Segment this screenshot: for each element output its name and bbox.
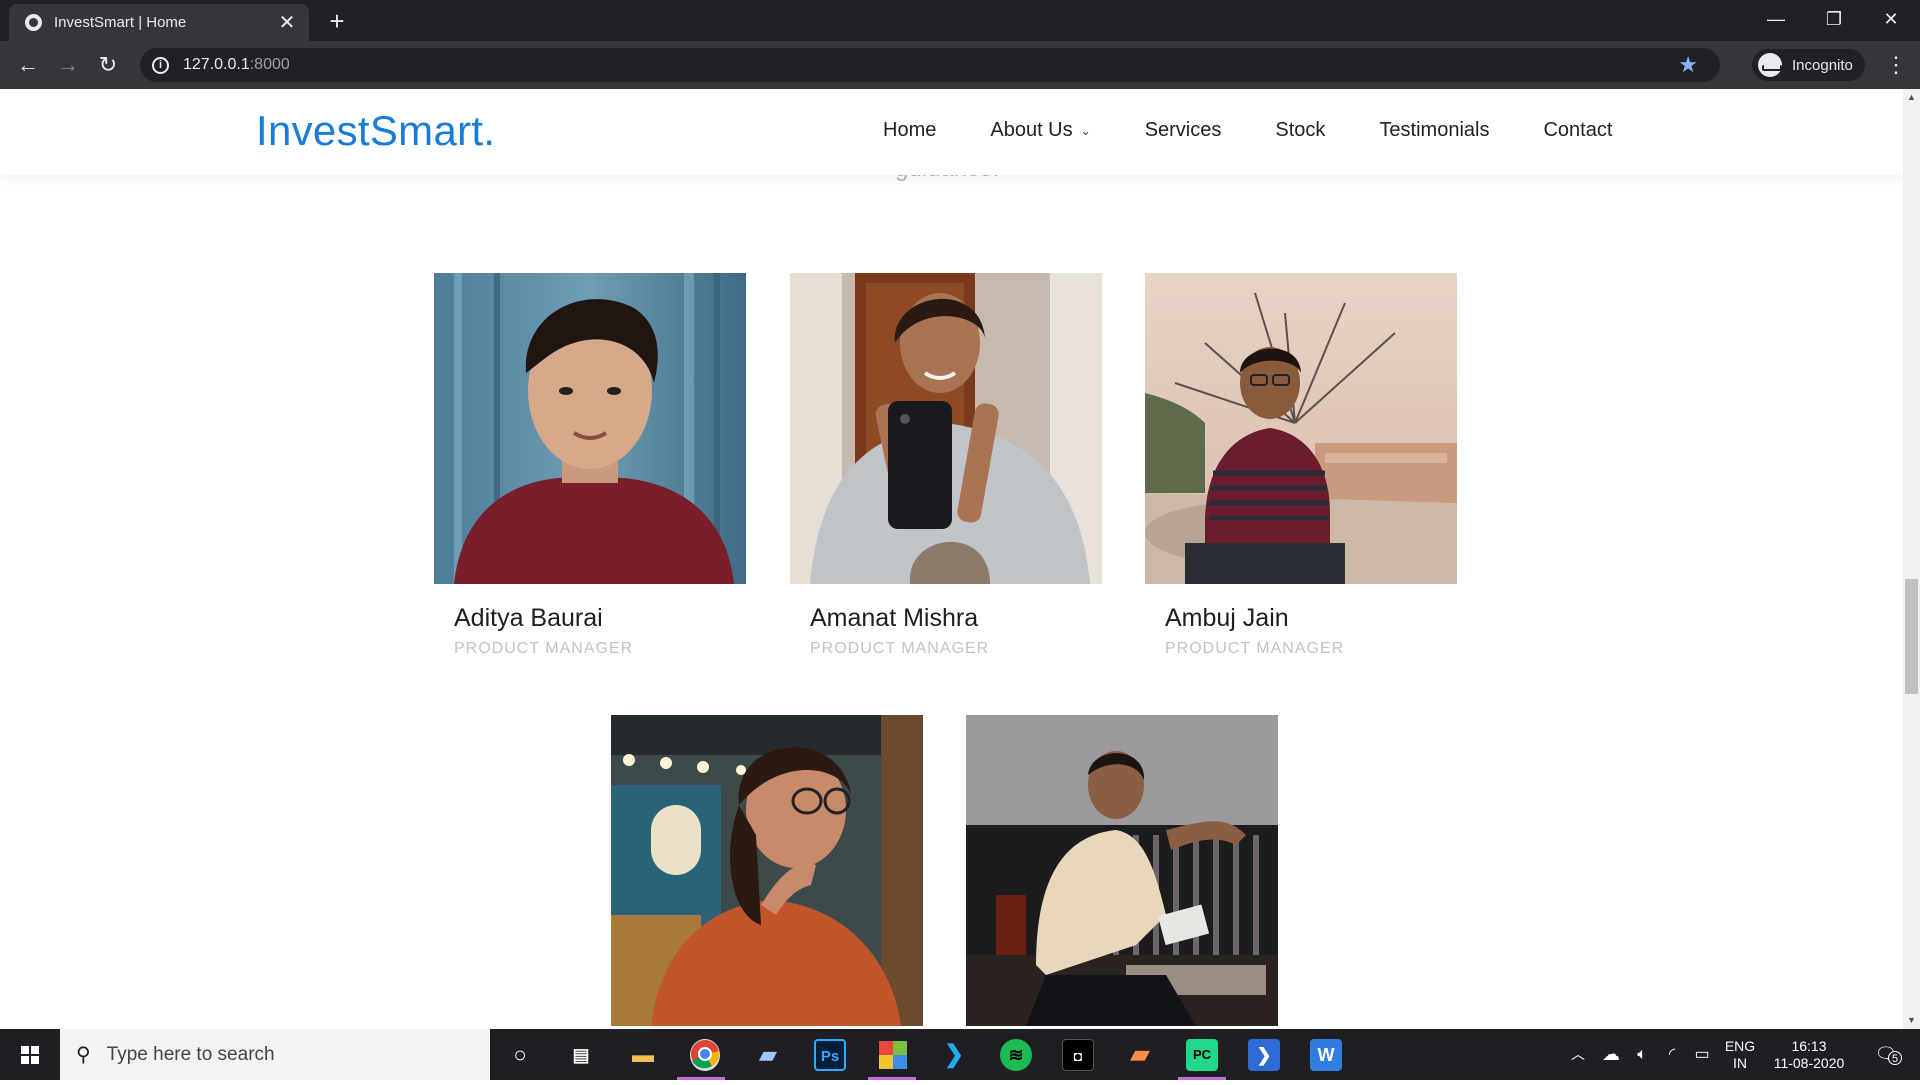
notification-count: 5 — [1888, 1051, 1902, 1065]
chrome-icon[interactable] — [690, 1039, 720, 1071]
dolby-icon[interactable]: ◘ — [1062, 1039, 1094, 1071]
cortana-icon[interactable]: ○ — [504, 1039, 536, 1071]
team-photo — [611, 715, 923, 1026]
address-bar[interactable]: i 127.0.0.1:8000 ★ — [140, 48, 1720, 82]
close-tab-icon[interactable]: ✕ — [277, 10, 297, 35]
battery-icon[interactable]: ▭ — [1690, 1029, 1714, 1080]
nav-contact[interactable]: Contact — [1543, 119, 1612, 142]
nav-about-us-label: About Us — [990, 119, 1073, 141]
windows-logo-icon — [21, 1046, 39, 1064]
browser-tab-strip: InvestSmart | Home ✕ + — ❐ ✕ — [0, 0, 1920, 41]
incognito-label: Incognito — [1792, 56, 1853, 74]
windows-taskbar: ⚲ Type here to search ○ ▤ ▬ ▰ Ps ❯ ≋ ◘ ▰… — [0, 1029, 1920, 1080]
language-code: ENG — [1724, 1038, 1756, 1054]
site-info-icon[interactable]: i — [152, 56, 169, 74]
team-card — [611, 715, 923, 1029]
team-member-name: Amanat Mishra — [810, 604, 979, 632]
new-tab-button[interactable]: + — [322, 4, 352, 38]
nav-home-label: Home — [883, 119, 937, 141]
team-member-name: Aditya Baurai — [454, 604, 603, 632]
volume-icon[interactable]: 🔈︎ — [1630, 1029, 1654, 1080]
taskbar-search-placeholder: Type here to search — [106, 1043, 275, 1065]
nav-testimonials-label: Testimonials — [1379, 119, 1490, 141]
nav-services[interactable]: Services — [1145, 119, 1222, 142]
start-button[interactable] — [0, 1029, 60, 1080]
url-port: :8000 — [249, 56, 290, 73]
reload-icon[interactable]: ↻ — [92, 49, 124, 81]
nav-home[interactable]: Home — [883, 119, 936, 142]
page-viewport: InvestSmart. Home About Us ⌄ Services Sto… — [0, 89, 1903, 1029]
incognito-badge[interactable]: Incognito — [1752, 49, 1865, 81]
task-view-icon[interactable]: ▤ — [565, 1039, 597, 1071]
globe-icon — [25, 14, 42, 31]
scrollbar-thumb[interactable] — [1905, 579, 1918, 694]
language-indicator[interactable]: ENG IN — [1720, 1029, 1760, 1080]
site-header: InvestSmart. Home About Us ⌄ Services Sto… — [0, 89, 1903, 175]
bookmark-star-icon[interactable]: ★ — [1678, 52, 1698, 78]
clock-time: 16:13 — [1791, 1038, 1827, 1054]
team-member-role: PRODUCT MANAGER — [810, 640, 990, 657]
vscode-icon[interactable]: ❯ — [938, 1039, 970, 1071]
team-photo — [790, 273, 1102, 584]
chevron-down-icon: ⌄ — [1080, 123, 1091, 138]
scroll-up-arrow-icon[interactable]: ▲ — [1903, 89, 1920, 106]
action-center-icon[interactable]: 🗨︎ 5 — [1866, 1029, 1906, 1080]
team-card — [966, 715, 1278, 1029]
team-photo — [434, 273, 746, 584]
incognito-icon — [1758, 53, 1782, 77]
team-card: Amanat Mishra PRODUCT MANAGER — [790, 273, 1102, 658]
nav-stock[interactable]: Stock — [1275, 119, 1325, 142]
clock-date: 11-08-2020 — [1773, 1055, 1845, 1071]
photoshop-icon[interactable]: Ps — [814, 1039, 846, 1071]
main-nav: Home About Us ⌄ Services Stock Testimonia… — [883, 119, 1612, 142]
team-member-role: PRODUCT MANAGER — [1165, 640, 1345, 657]
url-host: 127.0.0.1 — [183, 56, 250, 73]
chrome-logo — [691, 1040, 720, 1069]
team-card: Ambuj Jain PRODUCT MANAGER — [1145, 273, 1457, 658]
nav-services-label: Services — [1144, 119, 1222, 141]
onedrive-cloud-icon[interactable]: ☁ — [1598, 1029, 1624, 1080]
team-member-name: Ambuj Jain — [1165, 604, 1289, 632]
wps-writer-icon[interactable]: W — [1310, 1039, 1342, 1071]
team-photo — [966, 715, 1278, 1026]
site-logo[interactable]: InvestSmart. — [256, 107, 495, 155]
team-card: Aditya Baurai PRODUCT MANAGER — [434, 273, 746, 658]
nav-testimonials[interactable]: Testimonials — [1379, 119, 1489, 142]
close-window-icon[interactable]: ✕ — [1862, 0, 1920, 41]
team-member-role: PRODUCT MANAGER — [454, 640, 634, 657]
minimize-icon[interactable]: — — [1747, 0, 1805, 41]
browser-toolbar: ← → ↻ i 127.0.0.1:8000 ★ Incognito ⋮ — [0, 41, 1920, 89]
spotify-icon[interactable]: ≋ — [1000, 1039, 1032, 1071]
colorful-app-logo — [879, 1041, 907, 1069]
pycharm-icon[interactable]: PC — [1186, 1039, 1218, 1071]
search-icon: ⚲ — [76, 1044, 91, 1066]
region-code: IN — [1733, 1055, 1747, 1071]
browser-tab[interactable]: InvestSmart | Home ✕ — [9, 4, 309, 41]
browser-menu-icon[interactable]: ⋮ — [1885, 49, 1907, 81]
powershell-icon[interactable]: ❯ — [1248, 1039, 1280, 1071]
sticky-notes-icon[interactable]: ▰ — [1124, 1039, 1156, 1071]
nav-stock-label: Stock — [1275, 119, 1326, 141]
laptop-app-icon[interactable]: ▰ — [752, 1039, 784, 1071]
back-icon[interactable]: ← — [12, 49, 44, 81]
team-photo — [1145, 273, 1457, 584]
wifi-icon[interactable]: ◜ — [1660, 1029, 1684, 1080]
clock[interactable]: 16:13 11-08-2020 — [1764, 1029, 1854, 1080]
scroll-down-arrow-icon[interactable]: ▼ — [1903, 1012, 1920, 1029]
tab-title: InvestSmart | Home — [54, 14, 187, 31]
page-scrollbar[interactable]: ▲ ▼ — [1903, 89, 1920, 1029]
taskbar-search[interactable]: ⚲ Type here to search — [60, 1029, 490, 1080]
nav-about-us[interactable]: About Us ⌄ — [990, 119, 1090, 142]
restore-icon[interactable]: ❐ — [1805, 0, 1863, 41]
file-explorer-icon[interactable]: ▬ — [627, 1039, 659, 1071]
forward-icon[interactable]: → — [52, 49, 84, 81]
chevron-up-icon[interactable]: ︿ — [1566, 1029, 1590, 1080]
colorful-app-icon[interactable] — [877, 1039, 909, 1071]
nav-contact-label: Contact — [1543, 119, 1613, 141]
